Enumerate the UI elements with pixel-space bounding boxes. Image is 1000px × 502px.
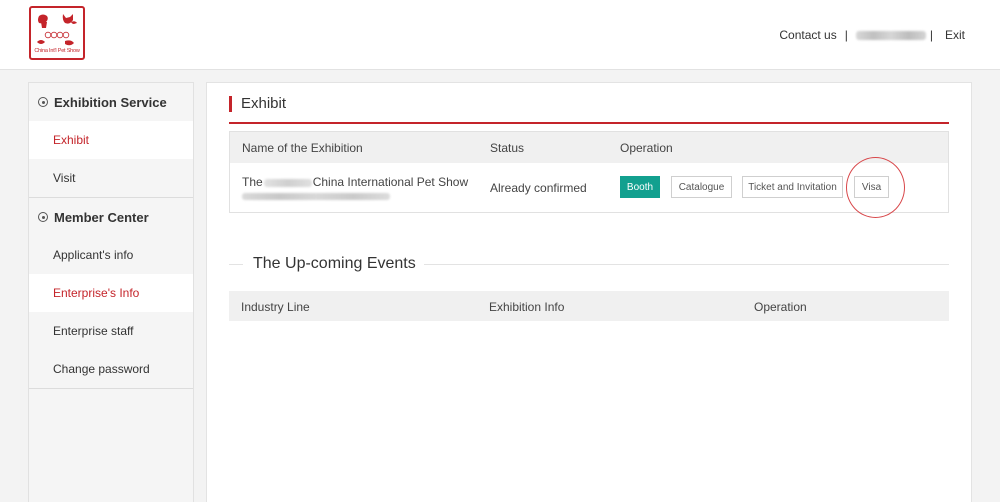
catalogue-button[interactable]: Catalogue (671, 176, 732, 198)
page-title: Exhibit (229, 95, 286, 112)
sidebar-item-visit[interactable]: Visit (29, 159, 193, 197)
highlight-circle (846, 157, 905, 218)
exhibit-table: Name of the Exhibition Status Operation … (229, 131, 949, 218)
sidebar-item-label: Exhibit (53, 132, 90, 147)
table-row: The China International Pet Show Already … (230, 157, 948, 218)
sidebar-item-label: Enterprise staff (53, 323, 134, 338)
status-text: Already confirmed (490, 181, 587, 195)
exit-link[interactable]: Exit (945, 28, 965, 42)
sidebar-item-applicants-info[interactable]: Applicant's info (29, 236, 193, 274)
separator: | (844, 28, 848, 42)
redacted-text (263, 178, 312, 187)
sidebar-section-exhibition-service[interactable]: Exhibition Service (29, 83, 193, 121)
page-title-text: Exhibit (241, 95, 287, 112)
sidebar-item-exhibit[interactable]: Exhibit (29, 121, 193, 159)
section-title: Exhibition Service (54, 94, 167, 110)
top-header: China Int'l Pet Show Contact us | | Exit (0, 0, 1000, 70)
sidebar-item-enterprise-staff[interactable]: Enterprise staff (29, 312, 193, 350)
sidebar-section-member-center[interactable]: Member Center (29, 198, 193, 236)
section-bullet-icon (38, 97, 48, 107)
table-header: Name of the Exhibition Status Operation (230, 132, 948, 163)
upcoming-events-heading: The Up-coming Events (229, 255, 949, 273)
column-header-status: Status (490, 141, 525, 155)
column-header-operation: Operation (754, 300, 807, 314)
sidebar-item-label: Applicant's info (53, 247, 134, 262)
main-panel: Exhibit Name of the Exhibition Status Op… (206, 82, 972, 502)
title-underline (229, 122, 949, 124)
username-redacted (855, 30, 926, 40)
separator: | (929, 28, 933, 42)
exhibition-name-prefix: The (242, 175, 263, 189)
section-bullet-icon (38, 212, 48, 222)
redacted-text (242, 193, 390, 200)
booth-button[interactable]: Booth (620, 176, 660, 198)
sidebar: Exhibition Service Exhibit Visit Member … (28, 82, 194, 502)
column-header-operation: Operation (620, 141, 673, 155)
ticket-invitation-button[interactable]: Ticket and Invitation (742, 176, 843, 198)
sidebar-item-enterprise-info[interactable]: Enterprise's Info (29, 274, 193, 312)
column-header-industry-line: Industry Line (241, 300, 310, 314)
contact-us-link[interactable]: Contact us (779, 28, 836, 42)
sidebar-item-label: Enterprise's Info (53, 285, 140, 300)
logo-text: China Int'l Pet Show (34, 48, 80, 54)
title-accent-bar (229, 95, 232, 112)
cips-logo[interactable]: China Int'l Pet Show (29, 6, 85, 60)
exhibition-name: The China International Pet Show (242, 175, 468, 189)
sidebar-divider (29, 388, 193, 389)
exhibition-name-suffix: China International Pet Show (312, 175, 469, 189)
sidebar-item-label: Visit (53, 170, 76, 185)
sidebar-item-label: Change password (53, 361, 150, 376)
header-links: Contact us | | Exit (779, 28, 965, 42)
column-header-exhibition-info: Exhibition Info (489, 300, 565, 314)
upcoming-table-header: Industry Line Exhibition Info Operation (229, 291, 949, 321)
heading-line-right (424, 264, 949, 265)
heading-line-left (229, 264, 243, 265)
sidebar-item-change-password[interactable]: Change password (29, 350, 193, 388)
upcoming-events-title: The Up-coming Events (253, 255, 416, 272)
column-header-name: Name of the Exhibition (242, 141, 363, 155)
section-title: Member Center (54, 209, 149, 225)
